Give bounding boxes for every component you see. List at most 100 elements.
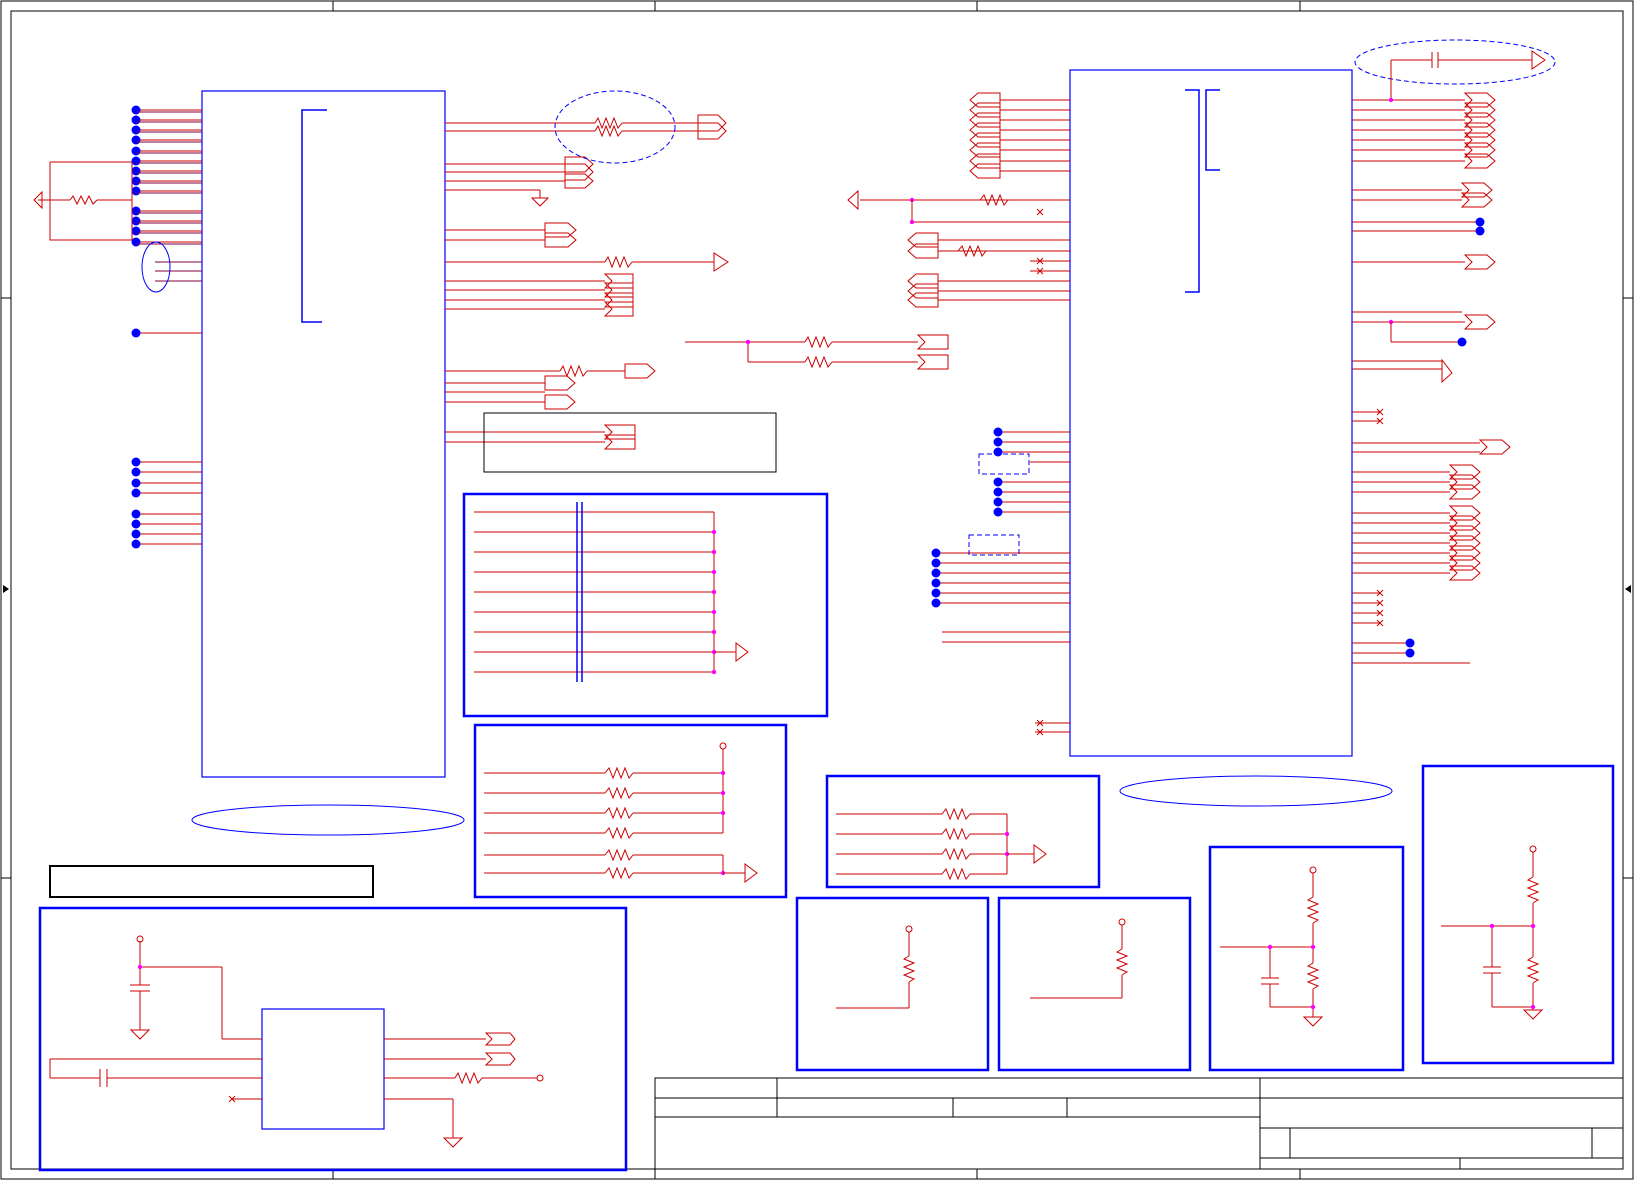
port-label bbox=[1478, 439, 1511, 455]
pullup-resistor-nets bbox=[484, 742, 758, 883]
frame-arrow-markers bbox=[3, 585, 1631, 593]
mid-strap-resistors bbox=[685, 334, 949, 370]
power-pin bbox=[1309, 866, 1317, 874]
gnd-port bbox=[744, 863, 758, 883]
test-point-dot bbox=[131, 115, 141, 125]
left-ic-left-pins bbox=[131, 105, 202, 549]
power-pin bbox=[905, 925, 913, 933]
left-ic-output-nets bbox=[445, 116, 714, 443]
title-block bbox=[654, 1077, 1624, 1170]
port-label bbox=[969, 163, 1001, 179]
junction-dot bbox=[711, 549, 717, 555]
left-pull-network bbox=[33, 161, 133, 241]
test-point-dot bbox=[131, 135, 141, 145]
junction-dot bbox=[720, 790, 726, 796]
test-point-dot bbox=[931, 548, 941, 558]
test-point-dot bbox=[131, 156, 141, 166]
port-label bbox=[1448, 525, 1481, 541]
bottom-left-nets bbox=[49, 941, 537, 1148]
test-point-dot bbox=[931, 578, 941, 588]
test-point-dot bbox=[131, 519, 141, 529]
power-pin bbox=[1118, 918, 1126, 926]
divider-box-1 bbox=[1208, 845, 1405, 1072]
test-point-dot bbox=[993, 427, 1003, 437]
test-point-dot bbox=[131, 216, 141, 226]
divider-box-2-nets bbox=[1441, 852, 1544, 1020]
test-point-dot bbox=[993, 507, 1003, 517]
port-label bbox=[1463, 102, 1496, 118]
main-ic-left-bus-bracket bbox=[301, 109, 327, 323]
test-point-dot bbox=[1457, 337, 1467, 347]
test-point-dot bbox=[131, 539, 141, 549]
resistor bbox=[604, 766, 634, 780]
test-point-dot bbox=[993, 477, 1003, 487]
port-label bbox=[1463, 132, 1496, 148]
junction-dot bbox=[720, 770, 726, 776]
junction-dot bbox=[1530, 923, 1536, 929]
test-point-dot bbox=[131, 478, 141, 488]
right-ic-right-pins bbox=[1352, 92, 1511, 664]
junction-dot bbox=[711, 629, 717, 635]
sheet-frame bbox=[0, 0, 1634, 1180]
port-label bbox=[1448, 505, 1481, 521]
dashed-marker-1 bbox=[978, 453, 1030, 475]
pulldown-resistor-nets bbox=[836, 807, 1047, 881]
test-point-dot bbox=[931, 568, 941, 578]
gnd-port bbox=[735, 642, 749, 662]
note-box-left bbox=[49, 865, 374, 898]
port-label bbox=[1448, 484, 1481, 500]
power-pin bbox=[719, 742, 727, 750]
port-label bbox=[969, 132, 1001, 148]
port-label bbox=[907, 273, 939, 289]
test-point-dot bbox=[131, 206, 141, 216]
dashed-marker-2 bbox=[968, 534, 1020, 556]
resistor bbox=[941, 847, 971, 861]
test-point-dot bbox=[131, 457, 141, 467]
resistor bbox=[604, 866, 634, 880]
main-ic-right-bus-bracket-b bbox=[1205, 89, 1220, 171]
port-label bbox=[907, 232, 939, 248]
junction-dot bbox=[711, 669, 717, 675]
pullup-box-2-nets bbox=[1030, 925, 1129, 999]
port-label bbox=[1463, 314, 1496, 330]
test-point-dot bbox=[131, 186, 141, 196]
test-point-dot bbox=[931, 558, 941, 568]
test-point-dot bbox=[131, 488, 141, 498]
junction-dot bbox=[1310, 1004, 1316, 1010]
resistor bbox=[941, 807, 971, 821]
resistor bbox=[604, 826, 634, 840]
junction-dot bbox=[1310, 944, 1316, 950]
port-label bbox=[1460, 192, 1493, 208]
test-point-dot bbox=[931, 588, 941, 598]
test-point-dot bbox=[993, 447, 1003, 457]
port-label bbox=[1448, 535, 1481, 551]
decoupling-cap-box bbox=[462, 492, 829, 718]
port-label bbox=[969, 112, 1001, 128]
junction-dot bbox=[711, 609, 717, 615]
port-label bbox=[1463, 254, 1496, 270]
test-point-dot bbox=[1475, 217, 1485, 227]
test-point-dot bbox=[131, 226, 141, 236]
test-point-dot bbox=[993, 437, 1003, 447]
bottom-left-circuit-box bbox=[38, 906, 628, 1172]
port-label bbox=[1448, 464, 1481, 480]
test-point-dot bbox=[993, 497, 1003, 507]
main-ic-left-body bbox=[201, 90, 446, 778]
test-point-dot bbox=[993, 487, 1003, 497]
annot-ellipse-top-center bbox=[554, 90, 676, 164]
pullup-box-2 bbox=[997, 896, 1192, 1072]
test-point-dot bbox=[131, 166, 141, 176]
port-label bbox=[1463, 153, 1496, 169]
port-label bbox=[1463, 122, 1496, 138]
resistor bbox=[941, 827, 971, 841]
port-label bbox=[1463, 112, 1496, 128]
test-point-dot bbox=[131, 509, 141, 519]
pullup-box-1 bbox=[795, 896, 990, 1072]
junction-dot bbox=[1004, 831, 1010, 837]
junction-dot bbox=[720, 810, 726, 816]
port-label bbox=[969, 142, 1001, 158]
test-point-dot bbox=[1405, 648, 1415, 658]
cap-bank-nets bbox=[474, 502, 749, 682]
test-point-dot bbox=[131, 237, 141, 247]
resistor bbox=[604, 806, 634, 820]
